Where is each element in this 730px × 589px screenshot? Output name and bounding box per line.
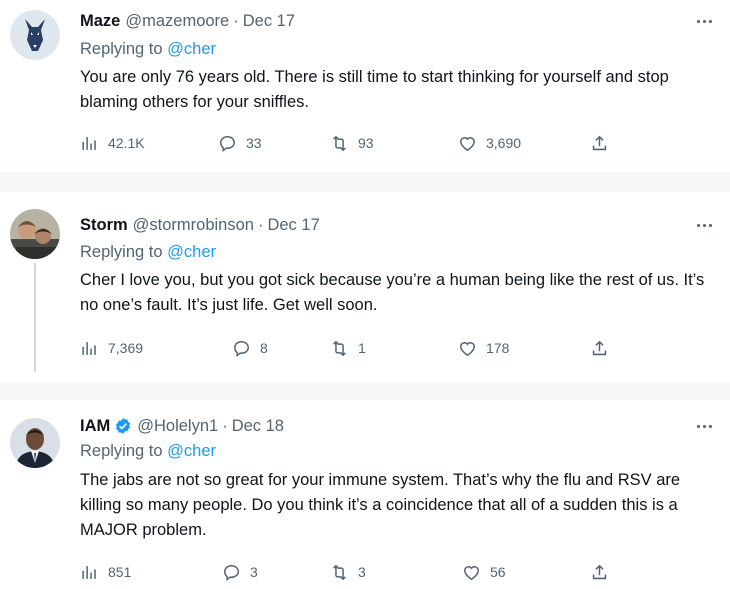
retweet-icon [333, 135, 346, 151]
share-icon [592, 340, 607, 355]
reply-count: 33 [246, 135, 262, 151]
avatar[interactable] [10, 209, 60, 259]
photo-avatar-icon [10, 209, 60, 259]
separator-dot: · [233, 11, 239, 30]
replying-to: Replying to @cher [80, 442, 216, 461]
separator-dot: · [222, 416, 228, 435]
tweet-header: Maze @mazemoore · Dec 17 [80, 9, 295, 33]
author-handle[interactable]: @Holelyn1 [137, 417, 218, 436]
like-count: 56 [490, 564, 506, 580]
retweet-icon [333, 340, 346, 356]
heart-icon [460, 341, 475, 356]
views-button[interactable]: 7,369 [80, 337, 143, 359]
retweet-count: 3 [358, 564, 366, 580]
heart-icon [460, 136, 475, 151]
heart-icon [464, 565, 479, 580]
author-name[interactable]: Maze [80, 12, 120, 31]
share-icon [592, 564, 607, 579]
tweet-actions: 851 3 3 56 [80, 561, 640, 583]
like-button[interactable]: 178 [458, 337, 509, 359]
tweet-date[interactable]: Dec 17 [243, 12, 295, 31]
views-count: 42.1K [108, 135, 145, 151]
more-options-icon[interactable] [692, 419, 716, 433]
tweet-3[interactable]: IAM @Holelyn1 · Dec 18 Replying to @cher… [0, 400, 730, 589]
doberman-logo-icon [10, 10, 60, 60]
views-count: 851 [108, 564, 132, 580]
tweet-separator [0, 172, 730, 192]
analytics-icon [82, 136, 96, 150]
reply-mention-link[interactable]: @cher [167, 243, 216, 261]
avatar[interactable] [10, 10, 60, 60]
tweet-actions: 42.1K 33 93 3,690 [80, 132, 640, 154]
reply-count: 3 [250, 564, 258, 580]
views-count: 7,369 [108, 340, 144, 356]
reply-mention-link[interactable]: @cher [167, 442, 216, 460]
reply-mention-link[interactable]: @cher [167, 40, 216, 58]
analytics-icon [82, 341, 96, 355]
like-count: 178 [486, 340, 510, 356]
retweet-count: 93 [358, 135, 374, 151]
retweet-icon [333, 564, 346, 580]
avatar[interactable] [10, 418, 60, 468]
replying-to: Replying to @cher [80, 40, 216, 59]
replying-to-label: Replying to [80, 442, 163, 460]
tweet-text: Cher I love you, but you got sick becaus… [80, 271, 705, 314]
reply-button[interactable]: 3 [222, 561, 258, 583]
separator-dot: · [257, 215, 264, 234]
tweet-header: Storm @stormrobinson · Dec 17 [80, 213, 320, 237]
verified-badge-icon [116, 418, 131, 434]
reply-button[interactable]: 8 [232, 337, 268, 359]
views-button[interactable]: 851 [80, 561, 131, 583]
reply-icon [220, 135, 235, 152]
share-button[interactable] [590, 337, 609, 359]
thread-line [34, 263, 36, 372]
share-icon [592, 135, 607, 150]
tweet-2[interactable]: Storm @stormrobinson · Dec 17 Replying t… [0, 192, 730, 382]
retweet-count: 1 [358, 340, 366, 356]
retweet-button[interactable]: 93 [330, 132, 374, 154]
author-handle[interactable]: @mazemoore [125, 12, 229, 31]
tweet-date[interactable]: Dec 17 [267, 216, 319, 235]
author-name[interactable]: Storm [80, 216, 128, 235]
tweet-date[interactable]: Dec 18 [232, 417, 284, 436]
tweet-actions: 7,369 8 1 178 [80, 337, 640, 359]
tweet-text: The jabs are not so great for your immun… [80, 471, 681, 539]
reply-icon [234, 340, 249, 357]
views-button[interactable]: 42.1K [80, 132, 145, 154]
analytics-icon [82, 565, 96, 579]
replying-to: Replying to @cher [80, 243, 216, 262]
replying-to-label: Replying to [80, 40, 163, 58]
retweet-button[interactable]: 1 [330, 337, 366, 359]
tweet-separator [0, 382, 730, 400]
more-options-icon[interactable] [692, 218, 716, 232]
tweet-header: IAM @Holelyn1 · Dec 18 [80, 414, 284, 438]
replying-to-label: Replying to [80, 243, 163, 261]
author-name[interactable]: IAM [80, 417, 110, 436]
tweet-1[interactable]: Maze @mazemoore · Dec 17 Replying to @ch… [0, 0, 730, 172]
reply-button[interactable]: 33 [218, 132, 262, 154]
tweet-text: You are only 76 years old. There is stil… [80, 68, 669, 111]
retweet-button[interactable]: 3 [330, 561, 366, 583]
share-button[interactable] [590, 561, 609, 583]
like-button[interactable]: 56 [462, 561, 506, 583]
more-options-icon[interactable] [692, 14, 716, 28]
like-count: 3,690 [486, 135, 522, 151]
reply-icon [224, 564, 239, 581]
reply-count: 8 [260, 340, 268, 356]
like-button[interactable]: 3,690 [458, 132, 521, 154]
share-button[interactable] [590, 132, 609, 154]
man-in-suit-icon [10, 418, 60, 468]
author-handle[interactable]: @stormrobinson [133, 216, 254, 235]
